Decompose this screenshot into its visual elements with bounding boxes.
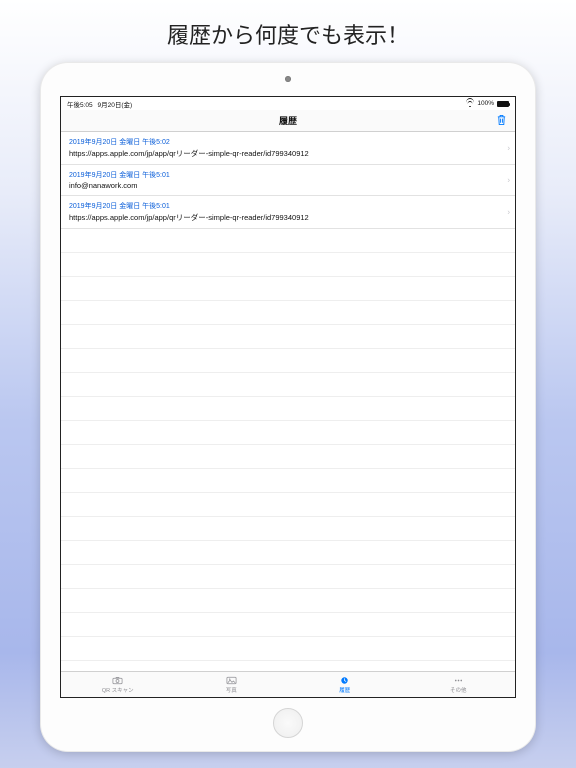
list-separator	[61, 661, 515, 671]
list-separator	[61, 301, 515, 325]
delete-all-button[interactable]	[496, 113, 507, 132]
status-left: 午後5:05 9月20日(金)	[67, 99, 135, 109]
tab-label: その他	[450, 686, 467, 694]
list-separator	[61, 589, 515, 613]
list-separator	[61, 637, 515, 661]
list-separator	[61, 469, 515, 493]
list-separator	[61, 373, 515, 397]
battery-text: 100%	[477, 100, 494, 107]
device-home-button[interactable]	[273, 708, 303, 738]
list-separator	[61, 445, 515, 469]
status-time: 午後5:05	[67, 102, 93, 109]
chevron-right-icon: ›	[507, 144, 510, 153]
trash-icon	[496, 113, 507, 127]
tab-label: 写真	[226, 686, 237, 694]
status-bar: 午後5:05 9月20日(金) 100%	[61, 97, 515, 110]
device-frame: 午後5:05 9月20日(金) 100% 履歴 2019年9月20日 金曜日 午…	[40, 62, 536, 752]
clock-icon	[339, 676, 350, 685]
history-row[interactable]: 2019年9月20日 金曜日 午後5:02 https://apps.apple…	[61, 132, 515, 165]
history-row[interactable]: 2019年9月20日 金曜日 午後5:01 info@nanawork.com …	[61, 165, 515, 196]
tab-label: QR スキャン	[102, 686, 134, 694]
page-title: 履歴	[279, 114, 297, 127]
list-separator	[61, 517, 515, 541]
tab-history[interactable]: 履歴	[288, 672, 402, 697]
tab-photo[interactable]: 写真	[175, 672, 289, 697]
list-separator	[61, 613, 515, 637]
list-separator	[61, 277, 515, 301]
device-camera	[285, 76, 291, 82]
tab-qr-scan[interactable]: QR スキャン	[61, 672, 175, 697]
list-separator	[61, 493, 515, 517]
nav-bar: 履歴	[61, 110, 515, 132]
history-date: 2019年9月20日 金曜日 午後5:01	[69, 201, 501, 211]
tab-label: 履歴	[339, 686, 350, 694]
list-separator	[61, 229, 515, 253]
photo-icon	[226, 676, 237, 685]
tab-other[interactable]: その他	[402, 672, 516, 697]
wifi-icon	[466, 101, 474, 107]
status-right: 100%	[466, 100, 509, 107]
list-separator	[61, 325, 515, 349]
list-separator	[61, 565, 515, 589]
battery-icon	[497, 101, 509, 107]
list-separator	[61, 541, 515, 565]
list-separator	[61, 349, 515, 373]
history-content: https://apps.apple.com/jp/app/qrリーダー-sim…	[69, 212, 501, 223]
chevron-right-icon: ›	[507, 176, 510, 185]
marketing-headline: 履歴から何度でも表示！	[0, 0, 576, 50]
camera-icon	[112, 676, 123, 685]
history-date: 2019年9月20日 金曜日 午後5:02	[69, 137, 501, 147]
more-icon	[453, 676, 464, 685]
history-content: https://apps.apple.com/jp/app/qrリーダー-sim…	[69, 148, 501, 159]
list-separator	[61, 253, 515, 277]
chevron-right-icon: ›	[507, 208, 510, 217]
history-row[interactable]: 2019年9月20日 金曜日 午後5:01 https://apps.apple…	[61, 196, 515, 229]
screen: 午後5:05 9月20日(金) 100% 履歴 2019年9月20日 金曜日 午…	[60, 96, 516, 698]
history-content: info@nanawork.com	[69, 181, 501, 190]
list-separator	[61, 421, 515, 445]
list-separator	[61, 397, 515, 421]
history-list[interactable]: 2019年9月20日 金曜日 午後5:02 https://apps.apple…	[61, 132, 515, 671]
status-date: 9月20日(金)	[97, 102, 132, 109]
tab-bar: QR スキャン 写真 履歴	[61, 671, 515, 697]
history-date: 2019年9月20日 金曜日 午後5:01	[69, 170, 501, 180]
